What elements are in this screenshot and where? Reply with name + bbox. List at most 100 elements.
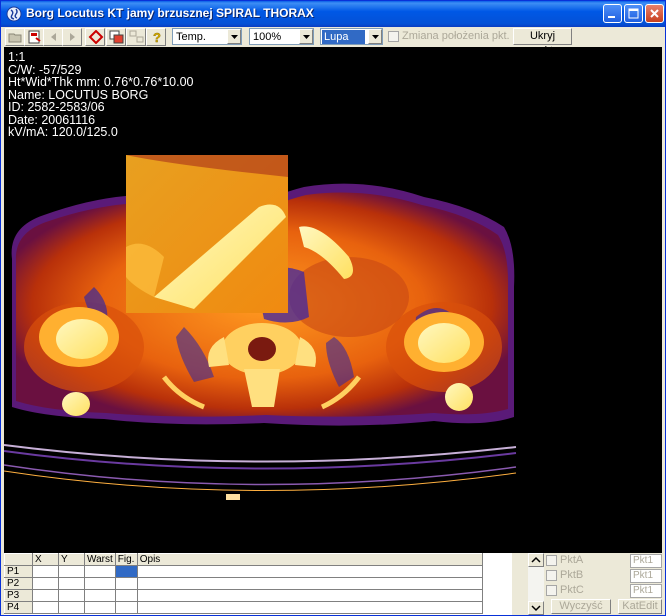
- table-row[interactable]: P3: [4, 589, 483, 602]
- zoom-dropdown-button[interactable]: [299, 29, 313, 44]
- row-header[interactable]: P2: [4, 577, 33, 590]
- grid-scrollbar[interactable]: [528, 553, 544, 615]
- change-points-checkbox[interactable]: [388, 31, 399, 42]
- dimensions-text: Ht*Wid*Thk mm: 0.76*0.76*10.00: [8, 75, 194, 89]
- next-button[interactable]: [62, 28, 82, 46]
- layout-button[interactable]: [126, 28, 146, 46]
- pkta-label: PktA: [560, 554, 584, 566]
- zoom-select[interactable]: 100%: [249, 28, 314, 45]
- column-header[interactable]: Fig.: [114, 553, 138, 566]
- minimize-icon: [608, 16, 615, 18]
- table-cell[interactable]: [114, 589, 138, 602]
- image-viewer[interactable]: 1:1 C/W: -57/529 Ht*Wid*Thk mm: 0.76*0.7…: [4, 47, 662, 553]
- pktc-label: PktC: [560, 584, 584, 596]
- table-cell[interactable]: [32, 601, 59, 614]
- table-cell[interactable]: [84, 565, 116, 578]
- table-cell[interactable]: [114, 601, 138, 614]
- title-bar[interactable]: Borg Locutus KT jamy brzusznej SPIRAL TH…: [1, 1, 665, 27]
- zoom-value: 100%: [253, 31, 282, 43]
- table-cell[interactable]: [58, 577, 85, 590]
- table-row[interactable]: P2: [4, 577, 483, 590]
- app-icon: [6, 6, 22, 22]
- minimize-button[interactable]: [603, 4, 622, 23]
- table-cell[interactable]: [32, 577, 59, 590]
- patient-id-text: ID: 2582-2583/06: [8, 100, 105, 114]
- table-cell[interactable]: [32, 589, 59, 602]
- hide-points-button[interactable]: Ukryj punkty: [513, 28, 572, 57]
- help-icon: ?: [153, 30, 161, 44]
- table-row[interactable]: P4: [4, 601, 483, 614]
- table-cell[interactable]: [136, 565, 483, 578]
- table-cell[interactable]: [84, 589, 116, 602]
- column-header[interactable]: Y: [58, 553, 85, 566]
- chevron-down-icon: [531, 605, 541, 612]
- svg-text:?: ?: [153, 30, 161, 44]
- layout-icon: [129, 30, 144, 43]
- chevron-down-icon: [231, 35, 238, 39]
- row-header[interactable]: P1: [4, 565, 33, 578]
- tool-value: Lupa: [322, 30, 365, 44]
- change-points-label: Zmiana położenia pkt.: [402, 30, 510, 42]
- table-row[interactable]: P1: [4, 565, 483, 578]
- column-header[interactable]: X: [32, 553, 59, 566]
- clear-button[interactable]: Wyczyść: [551, 599, 611, 614]
- save-button[interactable]: [24, 28, 44, 46]
- tool-select[interactable]: Lupa: [320, 28, 383, 45]
- table-cell[interactable]: [136, 601, 483, 614]
- copy-button[interactable]: [106, 28, 126, 46]
- open-icon: [8, 33, 22, 43]
- scroll-up-button[interactable]: [528, 553, 544, 567]
- toolbar: ? Temp. 100% Lupa Zmiana położenia pkt. …: [1, 27, 665, 57]
- window-title: Borg Locutus KT jamy brzusznej SPIRAL TH…: [26, 6, 314, 20]
- row-header[interactable]: P4: [4, 601, 33, 614]
- points-table: X Y Warst Fig. Opis P1 P2 P3 P4: [4, 553, 483, 614]
- table-cell[interactable]: [136, 589, 483, 602]
- next-icon: [70, 33, 75, 41]
- prev-button[interactable]: [43, 28, 63, 46]
- table-cell[interactable]: [84, 577, 116, 590]
- chevron-down-icon: [372, 35, 379, 39]
- points-grid[interactable]: X Y Warst Fig. Opis P1 P2 P3 P4: [4, 553, 512, 615]
- dicom-info-overlay: 1:1 C/W: -57/529 Ht*Wid*Thk mm: 0.76*0.7…: [8, 51, 194, 139]
- tag-icon: [88, 30, 104, 44]
- table-cell[interactable]: [84, 601, 116, 614]
- table-cell[interactable]: [32, 565, 59, 578]
- column-header[interactable]: Warst: [84, 553, 116, 566]
- close-button[interactable]: [645, 4, 664, 23]
- table-cell[interactable]: [58, 565, 85, 578]
- pkta-checkbox[interactable]: [546, 555, 557, 566]
- maximize-button[interactable]: [624, 4, 643, 23]
- table-header-row: X Y Warst Fig. Opis: [4, 553, 483, 566]
- kat-edit-button[interactable]: KatEdit: [618, 599, 662, 614]
- app-window: Borg Locutus KT jamy brzusznej SPIRAL TH…: [0, 0, 666, 616]
- tool-dropdown-button[interactable]: [368, 29, 382, 44]
- colormap-value: Temp.: [176, 31, 206, 43]
- colormap-dropdown-button[interactable]: [227, 29, 241, 44]
- row-header[interactable]: P3: [4, 589, 33, 602]
- copy-icon: [109, 30, 124, 44]
- table-cell[interactable]: [114, 577, 138, 590]
- maximize-icon: [628, 8, 639, 19]
- pktc-field[interactable]: Pkt1: [630, 584, 662, 598]
- open-button[interactable]: [5, 28, 25, 46]
- pkta-field[interactable]: Pkt1: [630, 554, 662, 568]
- prev-icon: [51, 33, 56, 41]
- colormap-select[interactable]: Temp.: [172, 28, 242, 45]
- table-cell-selected[interactable]: [114, 565, 138, 578]
- help-button[interactable]: ?: [146, 28, 166, 46]
- save-icon: [28, 30, 41, 44]
- pktb-checkbox[interactable]: [546, 570, 557, 581]
- scroll-down-button[interactable]: [528, 601, 544, 615]
- pktc-checkbox[interactable]: [546, 585, 557, 596]
- kv-ma-text: kV/mA: 120.0/125.0: [8, 125, 118, 139]
- pktb-field[interactable]: Pkt1: [630, 569, 662, 583]
- table-cell[interactable]: [58, 589, 85, 602]
- tag-button[interactable]: [85, 28, 105, 46]
- close-icon: [650, 9, 659, 18]
- column-header[interactable]: [4, 553, 33, 566]
- scale-text: 1:1: [8, 50, 26, 64]
- column-header[interactable]: Opis: [136, 553, 483, 566]
- chevron-up-icon: [531, 556, 541, 563]
- table-cell[interactable]: [136, 577, 483, 590]
- table-cell[interactable]: [58, 601, 85, 614]
